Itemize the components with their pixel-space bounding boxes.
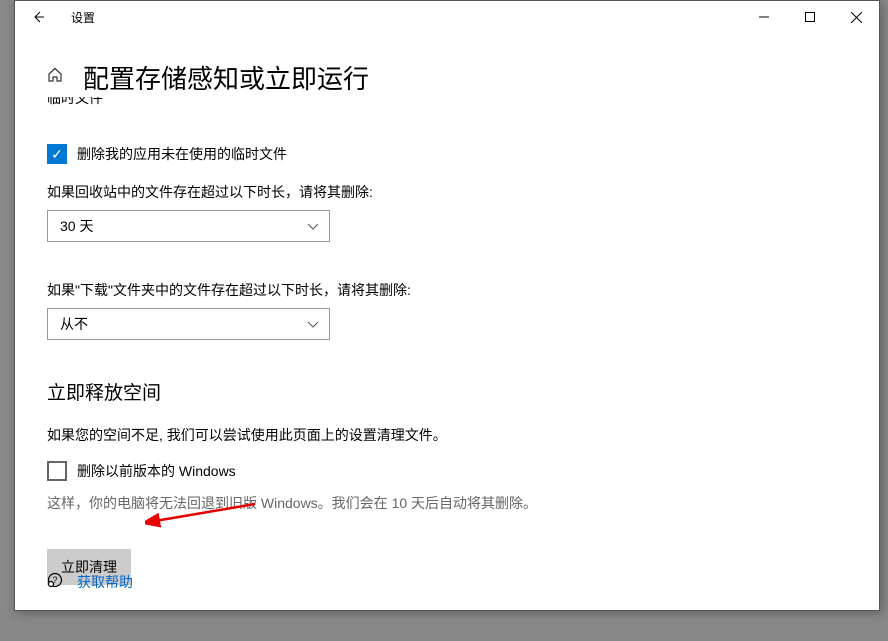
svg-text:?: ? <box>52 575 57 585</box>
titlebar: 设置 <box>15 1 879 33</box>
window-title: 设置 <box>71 9 95 26</box>
home-icon[interactable] <box>47 67 63 88</box>
page-title: 配置存储感知或立即运行 <box>83 59 369 96</box>
prev-windows-desc: 这样，你的电脑将无法回退到旧版 Windows。我们会在 10 天后自动将其删除… <box>47 493 839 513</box>
get-help-link[interactable]: 获取帮助 <box>77 572 133 592</box>
header: 配置存储感知或立即运行 <box>15 33 879 96</box>
prev-windows-checkbox[interactable] <box>47 461 67 481</box>
cutoff-text: 临时文件 <box>47 97 103 108</box>
settings-window: 设置 配置存储感知或立即运行 临时文件 删除我的应用未在使用的临时文件 如果回收… <box>14 0 880 611</box>
free-space-heading: 立即释放空间 <box>47 378 839 405</box>
recycle-bin-dropdown[interactable]: 30 天 <box>47 210 330 242</box>
help-icon: ? <box>47 572 63 592</box>
chevron-down-icon <box>307 316 319 332</box>
downloads-dropdown[interactable]: 从不 <box>47 308 330 340</box>
content-area: 删除我的应用未在使用的临时文件 如果回收站中的文件存在超过以下时长，请将其删除:… <box>15 110 879 585</box>
recycle-bin-label: 如果回收站中的文件存在超过以下时长，请将其删除: <box>47 182 839 202</box>
free-space-desc: 如果您的空间不足, 我们可以尝试使用此页面上的设置清理文件。 <box>47 425 839 445</box>
minimize-button[interactable] <box>741 1 787 33</box>
delete-temp-checkbox[interactable] <box>47 144 67 164</box>
help-row: ? 获取帮助 <box>47 572 133 592</box>
delete-temp-row: 删除我的应用未在使用的临时文件 <box>47 144 839 164</box>
prev-windows-row: 删除以前版本的 Windows <box>47 461 839 481</box>
maximize-button[interactable] <box>787 1 833 33</box>
downloads-value: 从不 <box>60 314 88 334</box>
chevron-down-icon <box>307 218 319 234</box>
downloads-label: 如果"下载"文件夹中的文件存在超过以下时长，请将其删除: <box>47 280 839 300</box>
delete-temp-label: 删除我的应用未在使用的临时文件 <box>77 144 287 164</box>
back-button[interactable] <box>23 2 53 32</box>
close-button[interactable] <box>833 1 879 33</box>
window-controls <box>741 1 879 33</box>
recycle-bin-value: 30 天 <box>60 216 93 236</box>
prev-windows-label: 删除以前版本的 Windows <box>77 461 236 481</box>
